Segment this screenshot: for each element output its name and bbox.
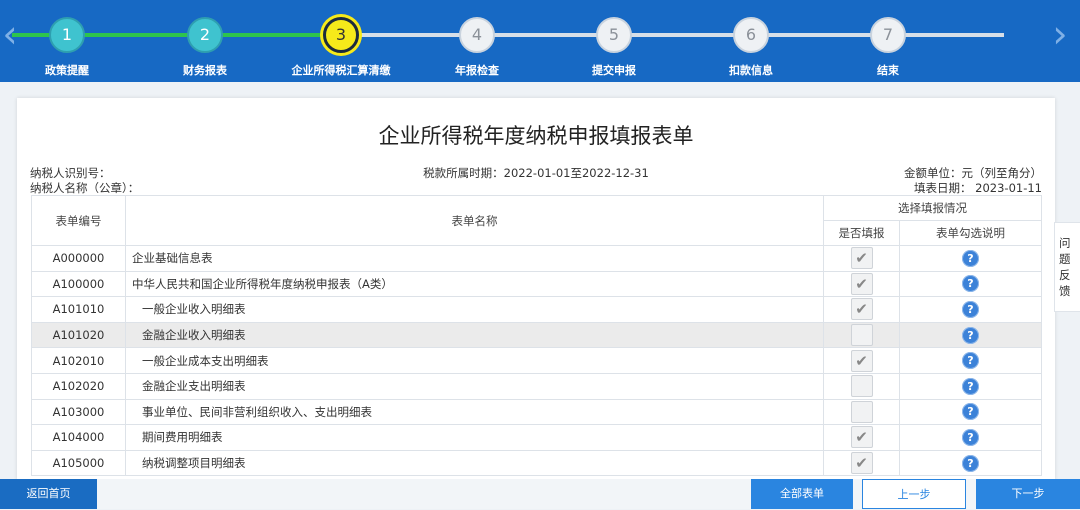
feedback-side-tab[interactable]: 问题 反馈 12366 (1054, 222, 1080, 312)
table-row[interactable]: A102020 金融企业支出明细表 ? (31, 372, 1042, 400)
form-code: A104000 (31, 424, 126, 451)
tax-period: 税款所属时期：2022-01-01至2022-12-31 (423, 166, 649, 180)
feedback-hotline: 12366 (1055, 309, 1080, 311)
step-4-label[interactable]: 年报检查 (417, 62, 537, 78)
fill-checkbox[interactable] (850, 400, 873, 423)
fill-checkbox[interactable] (850, 375, 873, 398)
step-4-circle[interactable]: 4 (459, 17, 495, 53)
header-help: 表单勾选说明 (899, 220, 1042, 246)
step-2-label[interactable]: 财务报表 (145, 62, 265, 78)
help-icon[interactable]: ? (962, 249, 979, 267)
form-name[interactable]: 一般企业收入明细表 (125, 296, 824, 323)
form-code: A105000 (31, 449, 126, 477)
help-icon[interactable]: ? (962, 300, 979, 318)
page-title: 企业所得税年度纳税申报填报表单 (378, 124, 694, 148)
form-code: A101010 (31, 296, 126, 323)
form-name[interactable]: 一般企业成本支出明细表 (125, 347, 824, 374)
fill-checkbox[interactable]: ✔ (850, 452, 873, 475)
step-3-label[interactable]: 企业所得税汇算清缴 (281, 62, 401, 78)
header-fill-status-group: 选择填报情况 (823, 195, 1042, 221)
form-name[interactable]: 纳税调整项目明细表 (125, 449, 824, 477)
form-name[interactable]: 中华人民共和国企业所得税年度纳税申报表（A类） (125, 270, 824, 298)
step-1-circle[interactable]: 1 (49, 17, 85, 53)
step-1-label[interactable]: 政策提醒 (7, 62, 127, 78)
help-icon[interactable]: ? (962, 454, 979, 472)
help-icon[interactable]: ? (962, 377, 979, 395)
all-forms-button[interactable]: 全部表单 (751, 479, 853, 509)
fill-checkbox[interactable] (850, 324, 873, 347)
fill-checkbox[interactable]: ✔ (850, 426, 873, 449)
back-home-button[interactable]: 返回首页 (0, 479, 97, 509)
table-row[interactable]: A100000 中华人民共和国企业所得税年度纳税申报表（A类） ✔ ? (31, 270, 1042, 298)
table-row[interactable]: A102010 一般企业成本支出明细表 ✔ ? (31, 347, 1042, 374)
feedback-label-1: 问题 (1059, 236, 1071, 266)
chevron-right-icon[interactable]: › (1046, 14, 1074, 54)
help-icon[interactable]: ? (962, 403, 979, 421)
taxpayer-name-label: 纳税人名称（公章）： (30, 181, 140, 195)
form-name[interactable]: 企业基础信息表 (125, 245, 824, 272)
forms-table: 表单编号 表单名称 选择填报情况 是否填报 表单勾选说明 A000000 企业基… (31, 195, 1042, 477)
form-code: A103000 (31, 398, 126, 426)
form-code: A102010 (31, 347, 126, 374)
fill-checkbox[interactable]: ✔ (850, 247, 873, 270)
table-row[interactable]: A101020 金融企业收入明细表 ? (31, 321, 1042, 349)
next-step-button[interactable]: 下一步 (976, 479, 1080, 509)
form-code: A100000 (31, 270, 126, 298)
step-progress-bar: ‹ 1 政策提醒 2 财务报表 3 企业所得税汇算清缴 4 年报检查 5 提交申… (0, 0, 1080, 82)
table-row[interactable]: A104000 期间费用明细表 ✔ ? (31, 424, 1042, 451)
feedback-label-2: 反馈 (1059, 268, 1071, 298)
table-row[interactable]: A101010 一般企业收入明细表 ✔ ? (31, 296, 1042, 323)
header-is-filled: 是否填报 (823, 220, 900, 246)
help-icon[interactable]: ? (962, 352, 979, 370)
step-6-label[interactable]: 扣款信息 (691, 62, 811, 78)
step-7-circle[interactable]: 7 (870, 17, 906, 53)
help-icon[interactable]: ? (962, 275, 979, 293)
form-code: A102020 (31, 372, 126, 400)
step-6-circle[interactable]: 6 (733, 17, 769, 53)
header-form-name: 表单名称 (125, 195, 824, 246)
fill-checkbox[interactable]: ✔ (850, 349, 873, 372)
header-form-code: 表单编号 (31, 195, 126, 246)
table-row[interactable]: A103000 事业单位、民间非营利组织收入、支出明细表 ? (31, 398, 1042, 426)
previous-step-button[interactable]: 上一步 (862, 479, 966, 509)
help-icon[interactable]: ? (962, 326, 979, 344)
table-row[interactable]: A105000 纳税调整项目明细表 ✔ ? (31, 449, 1042, 477)
fill-date: 填表日期： 2023-01-11 (914, 181, 1042, 195)
help-icon[interactable]: ? (962, 428, 979, 446)
form-code: A000000 (31, 245, 126, 272)
form-name[interactable]: 金融企业支出明细表 (125, 372, 824, 400)
fill-checkbox[interactable]: ✔ (850, 298, 873, 321)
step-3-circle[interactable]: 3 (323, 17, 359, 53)
step-5-label[interactable]: 提交申报 (554, 62, 674, 78)
step-7-label[interactable]: 结束 (828, 62, 948, 78)
form-name[interactable]: 金融企业收入明细表 (125, 321, 824, 349)
fill-checkbox[interactable]: ✔ (850, 272, 873, 295)
form-name[interactable]: 期间费用明细表 (125, 424, 824, 451)
step-2-circle[interactable]: 2 (187, 17, 223, 53)
form-panel: 企业所得税年度纳税申报填报表单 纳税人识别号： 纳税人名称（公章）： 税款所属时… (17, 98, 1055, 480)
form-code: A101020 (31, 321, 126, 349)
table-row[interactable]: A000000 企业基础信息表 ✔ ? (31, 245, 1042, 272)
currency-unit: 金额单位：元（列至角分） (904, 166, 1042, 180)
step-5-circle[interactable]: 5 (596, 17, 632, 53)
form-name[interactable]: 事业单位、民间非营利组织收入、支出明细表 (125, 398, 824, 426)
